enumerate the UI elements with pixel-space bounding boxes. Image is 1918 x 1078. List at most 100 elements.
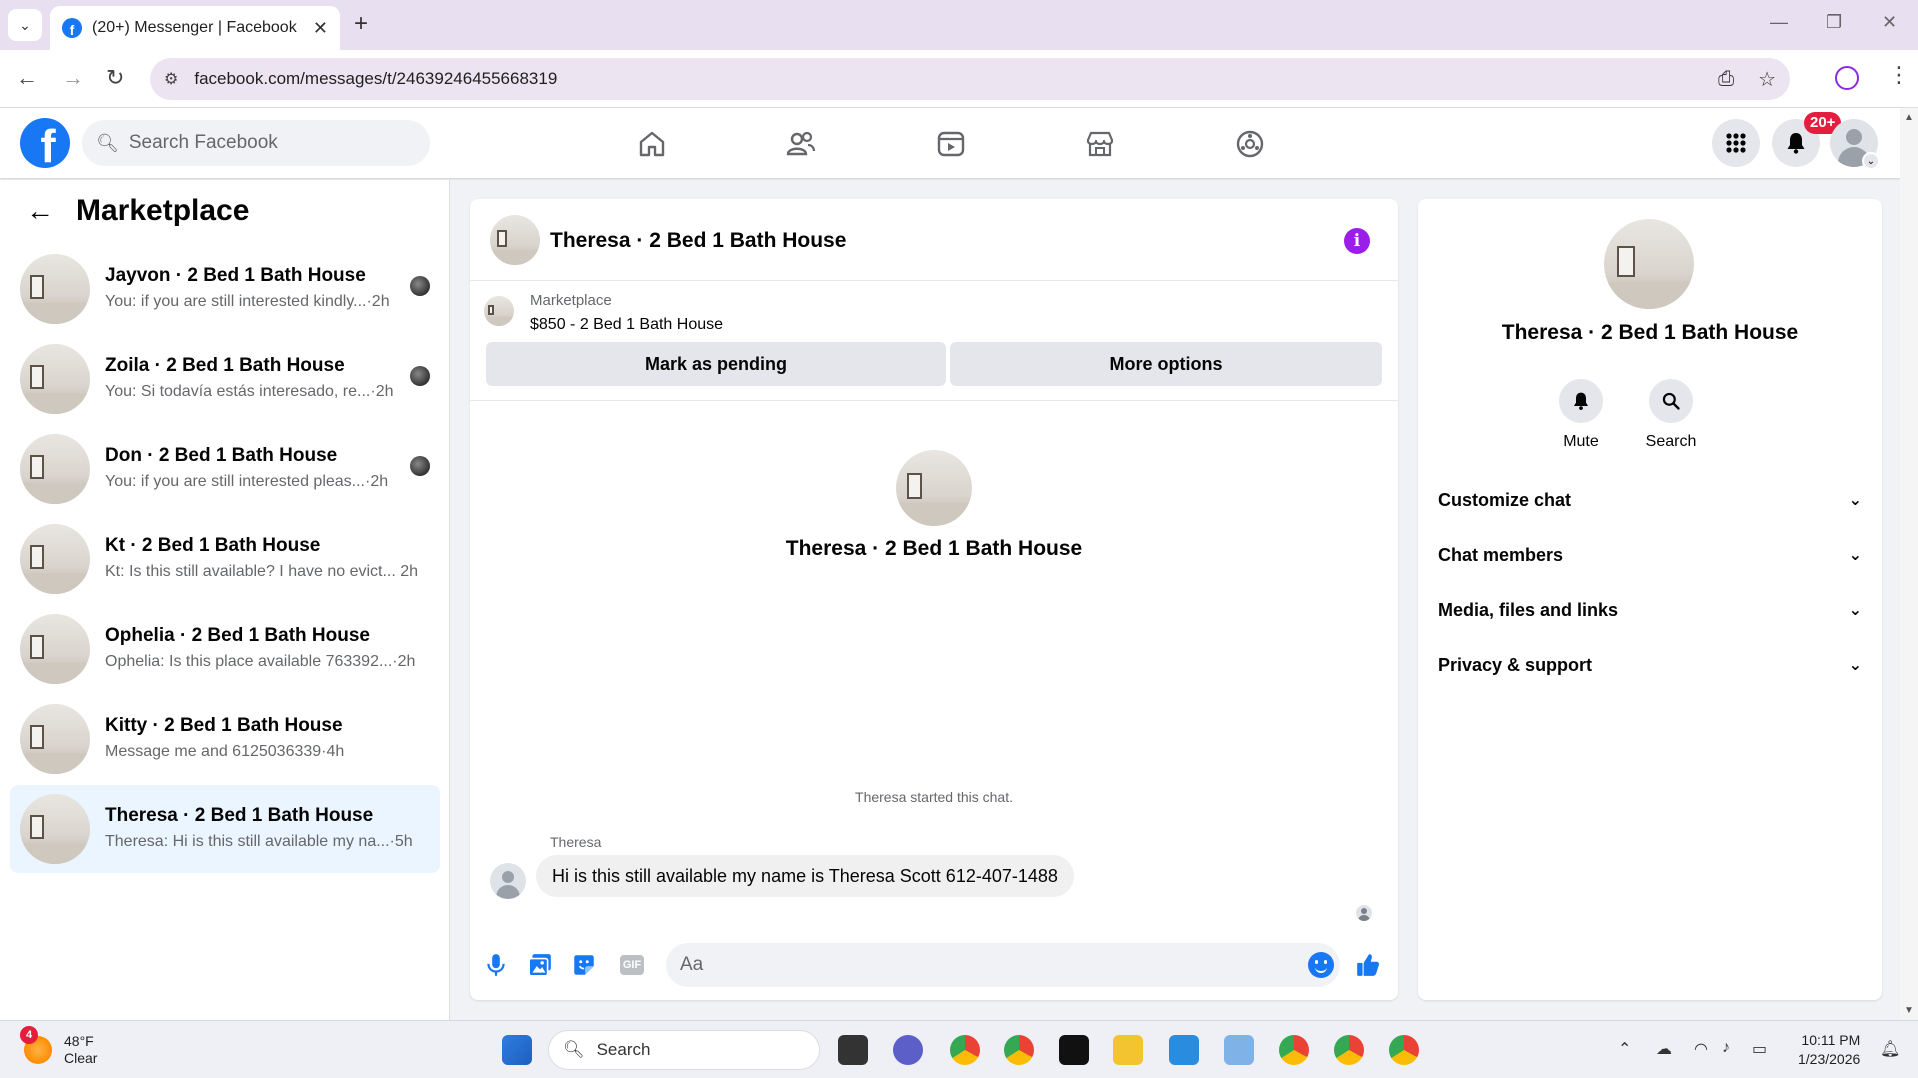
windows-taskbar: 4 48°F Clear 🔍︎ Search ⌃ ☁ ◠ ♪ ▭ 10:11 P… [0,1020,1918,1078]
marketplace-label: Marketplace [530,292,612,309]
browser-tabstrip: ⌄ f (20+) Messenger | Facebook ✕ + — ❐ ✕ [0,0,1918,50]
microphone-icon[interactable] [482,951,510,979]
message-bubble[interactable]: Hi is this still available my name is Th… [536,855,1074,897]
browser-menu-icon[interactable]: ⋮ [1888,62,1910,88]
minimize-button[interactable]: — [1770,12,1788,33]
conversation-item[interactable]: Kitty · 2 Bed 1 Bath House Message me an… [10,695,440,783]
read-receipt-avatar [1356,905,1372,921]
details-avatar [1604,219,1694,309]
capcut-icon[interactable] [1059,1035,1089,1065]
mute-button[interactable]: Mute [1541,379,1621,451]
reload-button[interactable]: ↻ [106,66,124,90]
gaming-nav-icon[interactable] [1230,126,1270,162]
taskbar-search[interactable]: 🔍︎ Search [548,1030,820,1070]
home-nav-icon[interactable] [632,126,672,162]
chat-header-thumbnail[interactable] [490,215,540,265]
omnibox[interactable]: ⚙ facebook.com/messages/t/24639246455668… [150,58,1790,100]
listing-title[interactable]: $850 - 2 Bed 1 Bath House [530,316,723,334]
conversation-item[interactable]: Don · 2 Bed 1 Bath House You: if you are… [10,425,440,513]
media-files-links-section[interactable]: Media, files and links ⌄ [1438,590,1862,630]
chevron-down-icon: ⌄ [1848,602,1862,619]
wifi-icon[interactable]: ◠ [1694,1039,1708,1059]
tray-overflow-chevron-icon[interactable]: ⌃ [1618,1039,1631,1059]
section-label: Chat members [1438,544,1564,565]
info-icon[interactable]: i [1344,228,1370,254]
conversation-item[interactable]: Kt · 2 Bed 1 Bath House Kt: Is this stil… [10,515,440,603]
search-in-chat-button[interactable]: Search [1631,379,1711,451]
photo-attach-icon[interactable] [526,951,554,979]
menu-grid-icon[interactable] [1712,119,1760,167]
chrome-profile-c-icon[interactable] [950,1035,980,1065]
back-button[interactable]: ← [16,66,38,90]
search-icon[interactable] [1649,379,1693,423]
scroll-down-icon[interactable]: ▼ [1904,1005,1914,1016]
chevron-down-icon: ⌄ [1848,492,1862,509]
emoji-icon[interactable] [1308,952,1334,978]
listing-thumbnail [20,434,90,504]
more-options-button[interactable]: More options [950,342,1382,386]
chrome-profile-e-icon[interactable] [1389,1035,1419,1065]
mute-bell-icon[interactable] [1559,379,1603,423]
restore-button[interactable]: ❐ [1826,12,1842,33]
chrome-profile-a-icon[interactable] [1279,1035,1309,1065]
chat-title[interactable]: Theresa · 2 Bed 1 Bath House [550,229,846,253]
video-nav-icon[interactable] [931,126,971,162]
forward-button[interactable]: → [62,66,84,90]
marketplace-nav-icon[interactable] [1080,126,1120,162]
tab-search-button[interactable]: ⌄ [8,9,42,41]
section-label: Customize chat [1438,489,1572,510]
cloud-offline-icon[interactable]: ☁ [1656,1039,1672,1059]
friends-nav-icon[interactable] [781,126,821,162]
seen-avatar [410,366,430,386]
privacy-support-section[interactable]: Privacy & support ⌄ [1438,645,1862,685]
profile-icon[interactable] [1835,66,1859,90]
account-chevron-icon[interactable]: ⌄ [1862,152,1880,170]
url-text[interactable]: facebook.com/messages/t/2463924645566831… [194,69,1694,89]
meet-chat-icon[interactable] [893,1035,923,1065]
volume-icon[interactable]: ♪ [1722,1039,1730,1057]
snipping-tool-icon[interactable] [1224,1035,1254,1065]
chrome-profile-h-icon[interactable] [1004,1035,1034,1065]
chevron-down-icon: ⌄ [1848,657,1862,674]
chrome-profile-d-icon[interactable] [1334,1035,1364,1065]
taskbar-clock[interactable]: 10:11 PM 1/23/2026 [1798,1031,1860,1069]
browser-tab[interactable]: f (20+) Messenger | Facebook ✕ [50,6,340,50]
customize-chat-section[interactable]: Customize chat ⌄ [1438,480,1862,520]
notifications-icon[interactable]: 🔔︎ [1880,1039,1900,1059]
conversation-item-active[interactable]: Theresa · 2 Bed 1 Bath House Theresa: Hi… [10,785,440,873]
site-info-icon[interactable]: ⚙ [164,69,178,89]
page-scrollbar[interactable]: ▲ ▼ [1900,108,1918,1020]
conversation-preview: Theresa: Hi is this still available my n… [105,833,413,850]
conversation-item[interactable]: Zoila · 2 Bed 1 Bath House You: Si todav… [10,335,440,423]
windows-start-icon[interactable] [502,1035,532,1065]
listing-mini-thumbnail[interactable] [484,296,514,326]
install-app-icon[interactable]: ⎙ [1718,68,1734,91]
sender-avatar[interactable] [490,863,526,899]
chat-members-section[interactable]: Chat members ⌄ [1438,535,1862,575]
scroll-up-icon[interactable]: ▲ [1904,112,1914,123]
chat-details-panel: Theresa · 2 Bed 1 Bath House Mute Search… [1418,199,1882,1000]
conversation-item[interactable]: Ophelia · 2 Bed 1 Bath House Ophelia: Is… [10,605,440,693]
conversation-preview: You: if you are still interested kindly.… [105,293,390,310]
gif-icon[interactable]: GIF [620,955,644,975]
weather-widget[interactable]: 4 48°F Clear [20,1026,97,1067]
facebook-logo-icon[interactable]: f [20,118,70,168]
file-explorer-icon[interactable] [1113,1035,1143,1065]
new-tab-button[interactable]: + [354,12,368,36]
listing-thumbnail [20,794,90,864]
photos-icon[interactable] [1169,1035,1199,1065]
mark-as-pending-button[interactable]: Mark as pending [486,342,946,386]
search-facebook-input[interactable]: 🔍︎ Search Facebook [82,120,430,166]
like-thumbs-up-icon[interactable] [1354,951,1382,979]
conversation-preview: You: Si todavía estás interesado, re...·… [105,383,394,400]
seen-avatar [410,276,430,296]
conversation-item[interactable]: Jayvon · 2 Bed 1 Bath House You: if you … [10,245,440,333]
battery-icon[interactable]: ▭ [1752,1039,1767,1059]
sticker-icon[interactable] [570,951,598,979]
close-window-button[interactable]: ✕ [1882,12,1897,33]
close-tab-icon[interactable]: ✕ [313,18,328,39]
message-input[interactable]: Aa [666,943,1340,987]
back-arrow-icon[interactable]: ← [26,195,54,227]
bookmark-star-icon[interactable]: ☆ [1758,67,1776,92]
task-view-icon[interactable] [838,1035,868,1065]
